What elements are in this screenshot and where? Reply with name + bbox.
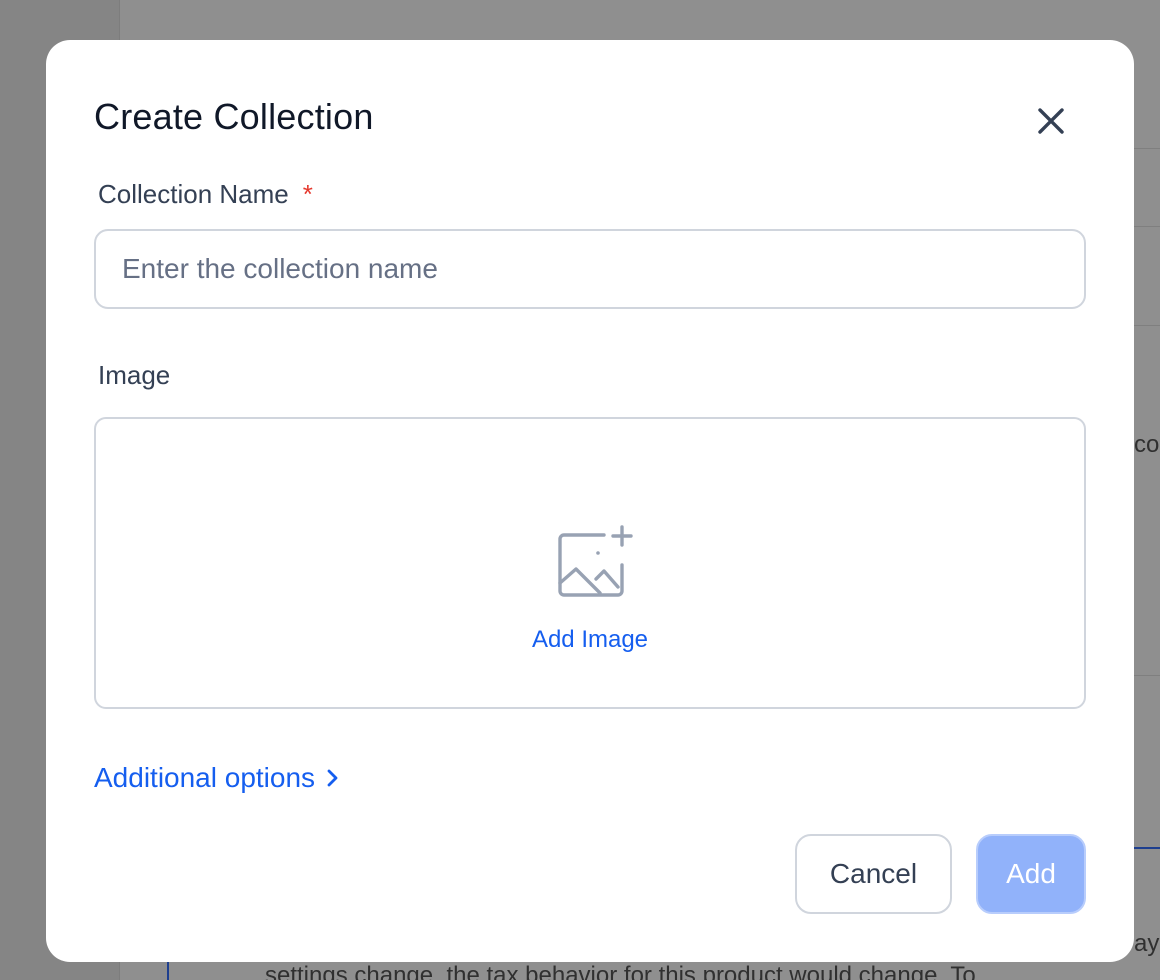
additional-options-label: Additional options bbox=[94, 762, 316, 793]
cancel-button[interactable]: Cancel bbox=[795, 834, 952, 914]
background-divider bbox=[1134, 226, 1160, 227]
background-text-fragment: co bbox=[1134, 431, 1160, 458]
background-accent-line bbox=[1134, 847, 1160, 849]
image-label: Image bbox=[98, 360, 171, 390]
collection-name-input[interactable] bbox=[94, 229, 1086, 309]
create-collection-dialog: Create Collection Collection Name * Image… bbox=[46, 40, 1134, 962]
additional-options-toggle[interactable]: Additional options bbox=[94, 762, 341, 794]
add-image-link[interactable]: Add Image bbox=[96, 626, 1084, 654]
add-button[interactable]: Add bbox=[976, 834, 1086, 914]
collection-name-label-text: Collection Name bbox=[98, 179, 289, 209]
background-divider bbox=[1134, 675, 1160, 676]
chevron-right-icon bbox=[327, 769, 338, 787]
dialog-title: Create Collection bbox=[94, 96, 374, 137]
close-button[interactable] bbox=[1032, 102, 1070, 140]
image-add-icon bbox=[558, 525, 633, 597]
background-divider bbox=[1134, 325, 1160, 326]
image-upload-dropzone[interactable]: Add Image bbox=[94, 417, 1086, 709]
background-text-fragment: settings change, the tax behavior for th… bbox=[265, 962, 976, 980]
collection-name-label: Collection Name * bbox=[98, 179, 313, 210]
background-divider bbox=[1134, 148, 1160, 149]
background-text-fragment: ayı bbox=[1134, 930, 1160, 957]
close-icon bbox=[1038, 108, 1064, 134]
required-marker: * bbox=[302, 179, 313, 209]
